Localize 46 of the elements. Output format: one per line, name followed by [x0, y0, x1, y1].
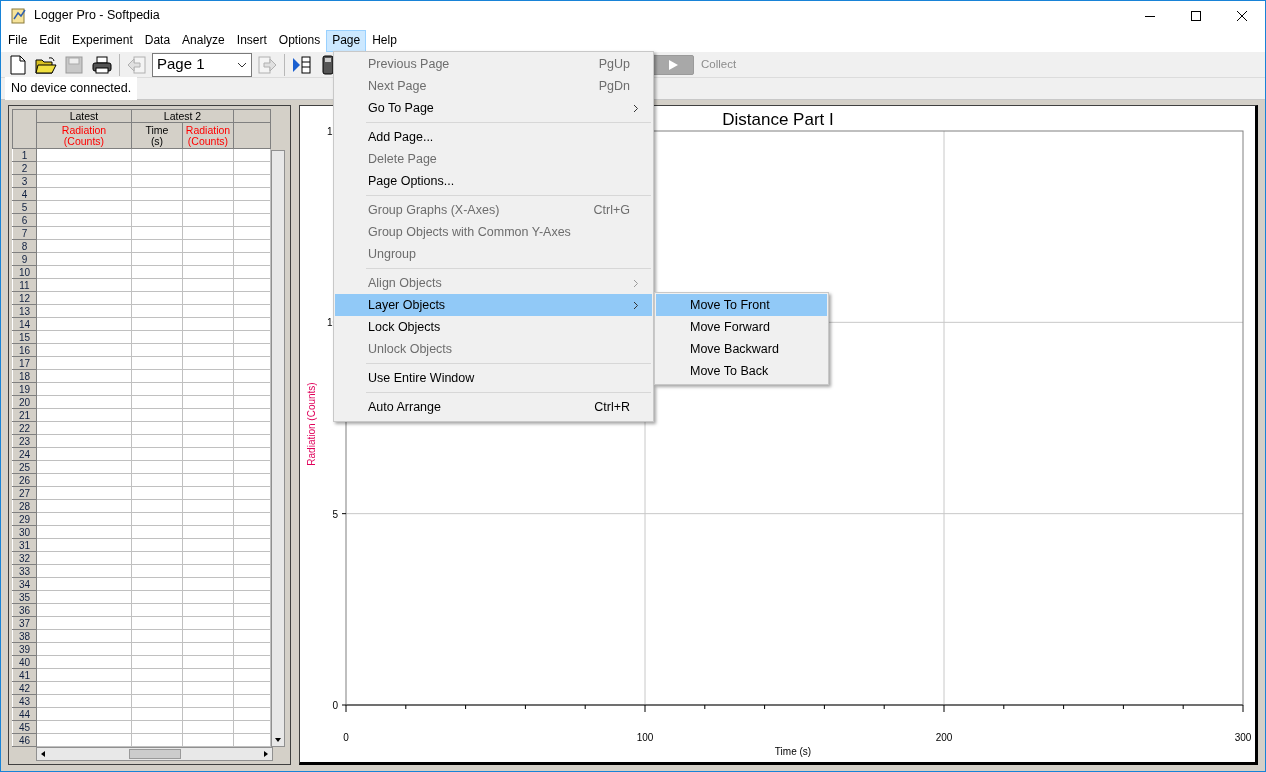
chart-title: Distance Part I	[722, 110, 834, 129]
scroll-thumb[interactable]	[128, 749, 181, 759]
menu-item[interactable]: Help	[366, 30, 403, 52]
maximize-icon	[1191, 10, 1201, 21]
y-axis-label: Radiation (Counts)	[306, 382, 317, 466]
y-tick	[341, 704, 347, 706]
x-axis-label: Time (s)	[774, 746, 812, 757]
status-text: No device connected.	[5, 77, 138, 100]
data-set-header: Latest	[36, 109, 132, 123]
y-tick-label: 0	[332, 700, 338, 711]
close-icon	[1237, 10, 1247, 21]
menu-item[interactable]: Analyze	[176, 30, 231, 52]
menu-item[interactable]: Page Options...	[335, 170, 652, 192]
column-header: Radiation (Counts)	[36, 122, 132, 149]
horizontal-scrollbar[interactable]	[36, 747, 273, 761]
menu-item[interactable]: Go To Page	[335, 97, 652, 119]
vertical-scrollbar[interactable]	[271, 150, 285, 747]
menu-item[interactable]: Options	[272, 30, 327, 52]
window-title: Logger Pro - Softpedia	[34, 7, 160, 25]
menu-item[interactable]: Move Forward	[656, 316, 827, 338]
app-icon	[10, 6, 28, 25]
x-tick-label: 300	[1234, 732, 1252, 743]
page-select[interactable]: Page 1	[152, 52, 252, 77]
dropdown-caret-icon	[237, 61, 247, 68]
menu-item[interactable]: Experiment	[66, 30, 139, 52]
menu-item[interactable]: Edit	[33, 30, 67, 52]
x-tick-label: 100	[636, 732, 654, 743]
menu-item[interactable]: File	[2, 30, 34, 52]
data-set-header: Latest 2	[131, 109, 234, 123]
menu-item[interactable]: Auto Arrange Ctrl+R	[335, 396, 652, 418]
menu-item[interactable]: Data	[138, 30, 177, 52]
menu-item[interactable]: Move Backward	[656, 338, 827, 360]
menu-item[interactable]: Move To Front	[656, 294, 827, 316]
menu-item[interactable]: Layer Objects	[335, 294, 652, 316]
menu-item[interactable]: Add Page...	[335, 126, 652, 148]
y-tick	[341, 513, 347, 515]
play-icon	[667, 58, 679, 71]
y-tick-label: 5	[332, 508, 338, 520]
menu-item[interactable]: Lock Objects	[335, 316, 652, 338]
x-tick-label: 0	[343, 732, 349, 743]
menu-item[interactable]: Page	[326, 30, 367, 52]
menu-item[interactable]: Move To Back	[656, 360, 827, 382]
menu-item[interactable]: Insert	[230, 30, 273, 52]
collect-label: Collect	[701, 56, 737, 72]
menu-item[interactable]: Use Entire Window	[335, 367, 652, 389]
x-tick-label: 200	[935, 732, 953, 743]
